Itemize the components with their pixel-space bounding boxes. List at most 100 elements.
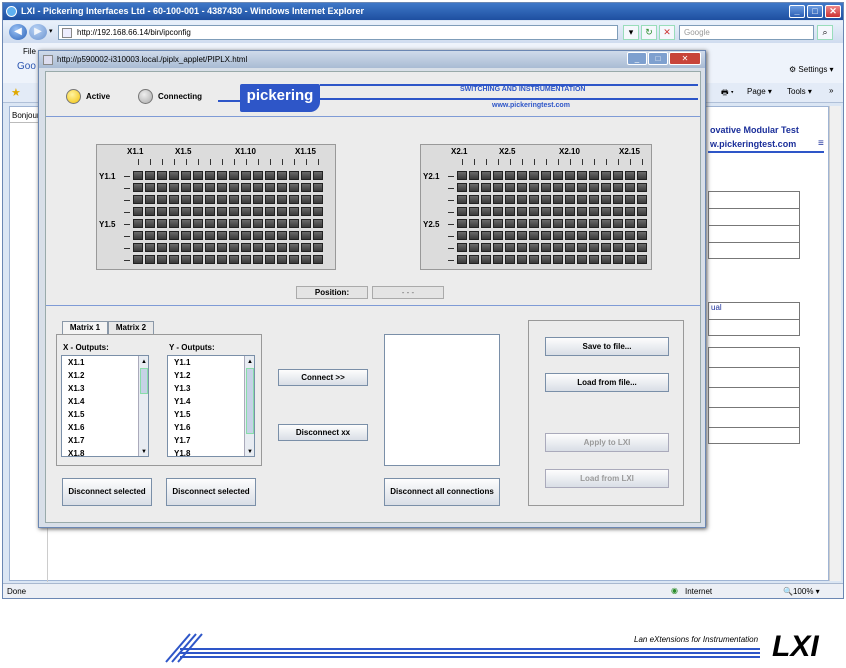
crosspoint-switch[interactable] (145, 231, 155, 240)
crosspoint-switch[interactable] (589, 183, 599, 192)
crosspoint-switch[interactable] (289, 183, 299, 192)
crosspoint-switch[interactable] (265, 231, 275, 240)
crosspoint-switch[interactable] (301, 171, 311, 180)
crosspoint-switch[interactable] (625, 219, 635, 228)
favorites-star-icon[interactable]: ★ (11, 86, 21, 99)
crosspoint-switch[interactable] (553, 183, 563, 192)
crosspoint-switch[interactable] (301, 207, 311, 216)
y-output-item[interactable]: Y1.7 (171, 434, 244, 447)
crosspoint-switch[interactable] (181, 171, 191, 180)
crosspoint-switch[interactable] (481, 207, 491, 216)
crosspoint-switch[interactable] (589, 195, 599, 204)
crosspoint-switch[interactable] (481, 255, 491, 264)
crosspoint-switch[interactable] (193, 255, 203, 264)
y-output-item[interactable]: Y1.2 (171, 369, 244, 382)
minimize-icon[interactable]: _ (789, 5, 805, 18)
crosspoint-switch[interactable] (601, 207, 611, 216)
connections-list[interactable] (384, 334, 500, 466)
crosspoint-switch[interactable] (493, 231, 503, 240)
crosspoint-switch[interactable] (505, 243, 515, 252)
crosspoint-switch[interactable] (637, 219, 647, 228)
crosspoint-switch[interactable] (181, 219, 191, 228)
crosspoint-switch[interactable] (481, 231, 491, 240)
crosspoint-switch[interactable] (565, 255, 575, 264)
crosspoint-switch[interactable] (493, 243, 503, 252)
crosspoint-switch[interactable] (589, 231, 599, 240)
crosspoint-switch[interactable] (229, 231, 239, 240)
load-from-lxi-button[interactable]: Load from LXI (545, 469, 669, 488)
crosspoint-switch[interactable] (313, 207, 323, 216)
crosspoint-switch[interactable] (457, 183, 467, 192)
scroll-down-icon[interactable]: ▼ (141, 446, 147, 456)
y-output-item[interactable]: Y1.3 (171, 382, 244, 395)
crosspoint-switch[interactable] (613, 255, 623, 264)
crosspoint-switch[interactable] (457, 255, 467, 264)
crosspoint-switch[interactable] (229, 183, 239, 192)
crosspoint-switch[interactable] (145, 183, 155, 192)
crosspoint-switch[interactable] (493, 195, 503, 204)
crosspoint-switch[interactable] (577, 207, 587, 216)
crosspoint-switch[interactable] (313, 171, 323, 180)
crosspoint-switch[interactable] (589, 207, 599, 216)
y-output-item[interactable]: Y1.8 (171, 447, 244, 456)
crosspoint-switch[interactable] (637, 195, 647, 204)
crosspoint-switch[interactable] (241, 183, 251, 192)
crosspoint-switch[interactable] (205, 243, 215, 252)
crosspoint-switch[interactable] (457, 219, 467, 228)
connect-button[interactable]: Connect >> (278, 369, 368, 386)
crosspoint-switch[interactable] (193, 171, 203, 180)
back-icon[interactable]: ◀ (9, 24, 27, 40)
address-dropdown-icon[interactable]: ▾ (623, 25, 639, 40)
scroll-down-icon[interactable]: ▼ (247, 446, 253, 456)
y-list-scrollbar[interactable]: ▲ ▼ (244, 356, 254, 456)
y-output-item[interactable]: Y1.6 (171, 421, 244, 434)
crosspoint-switch[interactable] (193, 195, 203, 204)
crosspoint-switch[interactable] (301, 243, 311, 252)
crosspoint-switch[interactable] (301, 255, 311, 264)
crosspoint-switch[interactable] (589, 243, 599, 252)
crosspoint-switch[interactable] (241, 231, 251, 240)
crosspoint-switch[interactable] (553, 231, 563, 240)
close-icon[interactable]: ✕ (825, 5, 841, 18)
crosspoint-switch[interactable] (301, 183, 311, 192)
crosspoint-switch[interactable] (541, 183, 551, 192)
crosspoint-switch[interactable] (457, 207, 467, 216)
crosspoint-switch[interactable] (157, 183, 167, 192)
settings-button[interactable]: ⚙ Settings ▾ (789, 65, 834, 74)
y-output-item[interactable]: Y1.5 (171, 408, 244, 421)
popup-close-icon[interactable]: ✕ (669, 52, 701, 65)
popup-maximize-icon[interactable]: □ (648, 52, 668, 65)
crosspoint-switch[interactable] (529, 219, 539, 228)
crosspoint-switch[interactable] (505, 207, 515, 216)
crosspoint-switch[interactable] (625, 231, 635, 240)
file-menu[interactable]: File (23, 47, 36, 56)
crosspoint-switch[interactable] (625, 243, 635, 252)
crosspoint-switch[interactable] (553, 219, 563, 228)
crosspoint-switch[interactable] (505, 255, 515, 264)
crosspoint-switch[interactable] (601, 255, 611, 264)
crosspoint-switch[interactable] (277, 243, 287, 252)
crosspoint-switch[interactable] (481, 195, 491, 204)
crosspoint-switch[interactable] (481, 243, 491, 252)
crosspoint-switch[interactable] (253, 171, 263, 180)
crosspoint-switch[interactable] (613, 195, 623, 204)
crosspoint-switch[interactable] (217, 171, 227, 180)
crosspoint-switch[interactable] (577, 219, 587, 228)
crosspoint-switch[interactable] (217, 207, 227, 216)
crosspoint-switch[interactable] (157, 207, 167, 216)
crosspoint-switch[interactable] (181, 183, 191, 192)
crosspoint-switch[interactable] (577, 231, 587, 240)
x-scroll-thumb[interactable] (140, 368, 148, 394)
crosspoint-switch[interactable] (565, 183, 575, 192)
crosspoint-switch[interactable] (637, 231, 647, 240)
crosspoint-switch[interactable] (541, 219, 551, 228)
disconnect-selected-x-button[interactable]: Disconnect selected (62, 478, 152, 506)
save-to-file-button[interactable]: Save to file... (545, 337, 669, 356)
crosspoint-switch[interactable] (469, 183, 479, 192)
crosspoint-switch[interactable] (589, 171, 599, 180)
crosspoint-switch[interactable] (193, 207, 203, 216)
crosspoint-switch[interactable] (313, 183, 323, 192)
crosspoint-switch[interactable] (313, 255, 323, 264)
crosspoint-switch[interactable] (517, 183, 527, 192)
crosspoint-switch[interactable] (469, 171, 479, 180)
